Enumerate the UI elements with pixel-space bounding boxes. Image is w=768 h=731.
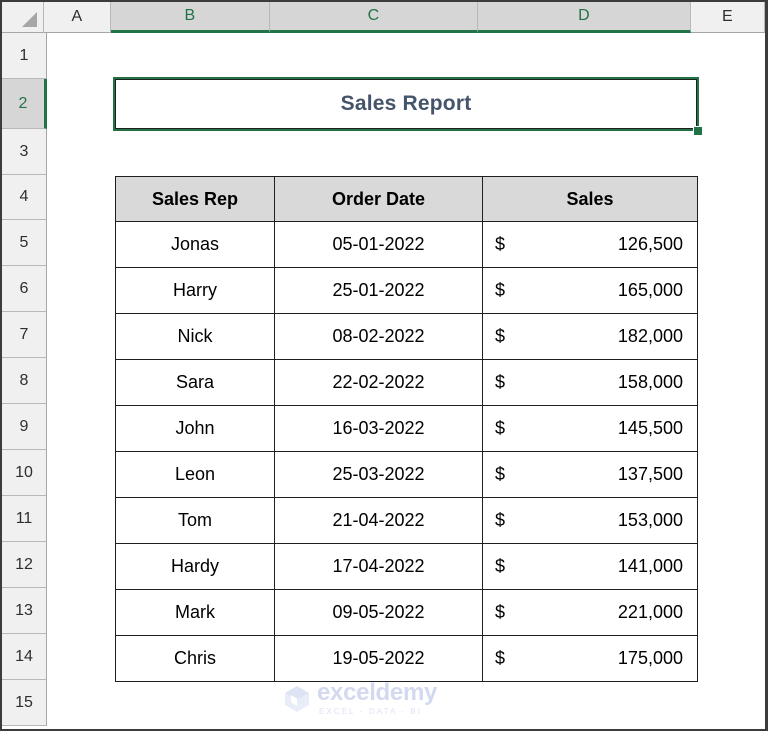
amount-value: 126,500: [617, 234, 683, 254]
cell-sales-rep[interactable]: John: [115, 405, 275, 452]
cell-sales-rep[interactable]: Leon: [115, 451, 275, 498]
row-header-8[interactable]: 8: [2, 358, 47, 404]
cell-order-date[interactable]: 05-01-2022: [274, 221, 483, 268]
cell-sales-rep[interactable]: Tom: [115, 497, 275, 544]
amount-value: 137,500: [617, 464, 683, 484]
amount-value: 221,000: [617, 602, 683, 622]
column-header-e[interactable]: E: [691, 2, 765, 33]
cell-sales-amount[interactable]: $145,500: [482, 405, 698, 452]
row-header-13[interactable]: 13: [2, 588, 47, 634]
currency-symbol: $: [495, 602, 506, 622]
cell-sales-amount[interactable]: $182,000: [482, 313, 698, 360]
table-row: Leon 25-03-2022 $137,500: [115, 451, 698, 498]
currency-symbol: $: [495, 418, 506, 438]
sales-data-table: Sales Rep Order Date Sales Jonas 05-01-20…: [115, 176, 698, 682]
fill-handle[interactable]: [693, 126, 703, 136]
currency-symbol: $: [495, 280, 506, 300]
column-header-sales-rep[interactable]: Sales Rep: [115, 176, 275, 222]
column-header-c[interactable]: C: [270, 2, 478, 33]
table-header-row: Sales Rep Order Date Sales: [115, 176, 698, 222]
excel-worksheet-window: ABCDE 1 2 3 4 5 6 7 8 9 10 11 12 13 14 15 Sales Report…: [0, 0, 768, 731]
currency-symbol: $: [495, 648, 506, 668]
column-header-bar: ABCDE: [2, 2, 765, 33]
currency-symbol: $: [495, 372, 506, 392]
column-header-sales[interactable]: Sales: [482, 176, 698, 222]
cell-order-date[interactable]: 25-01-2022: [274, 267, 483, 314]
cell-sales-amount[interactable]: $153,000: [482, 497, 698, 544]
select-all-button[interactable]: [2, 2, 44, 33]
amount-value: 158,000: [617, 372, 683, 392]
table-row: Harry 25-01-2022 $165,000: [115, 267, 698, 314]
cell-sales-amount[interactable]: $158,000: [482, 359, 698, 406]
cell-order-date[interactable]: 09-05-2022: [274, 589, 483, 636]
cell-B2-merged-title[interactable]: Sales Report: [115, 79, 697, 129]
worksheet-canvas[interactable]: Sales Report Sales Rep Order Date Sales …: [48, 33, 765, 729]
cell-sales-amount[interactable]: $221,000: [482, 589, 698, 636]
row-header-1[interactable]: 1: [2, 33, 47, 79]
cell-sales-amount[interactable]: $126,500: [482, 221, 698, 268]
amount-value: 175,000: [617, 648, 683, 668]
table-row: Chris 19-05-2022 $175,000: [115, 635, 698, 682]
currency-symbol: $: [495, 234, 506, 254]
cell-sales-rep[interactable]: Harry: [115, 267, 275, 314]
amount-value: 182,000: [617, 326, 683, 346]
column-header-d[interactable]: D: [478, 2, 691, 33]
column-header-a[interactable]: A: [44, 2, 111, 33]
amount-value: 141,000: [617, 556, 683, 576]
exceldemy-cube-logo-icon: [285, 685, 309, 712]
watermark-brand-name: exceldemy: [317, 679, 438, 706]
select-all-triangle-icon: [22, 12, 37, 27]
row-header-9[interactable]: 9: [2, 404, 47, 450]
cell-sales-amount[interactable]: $165,000: [482, 267, 698, 314]
sales-report-title: Sales Report: [340, 92, 472, 115]
cell-order-date[interactable]: 22-02-2022: [274, 359, 483, 406]
cell-order-date[interactable]: 16-03-2022: [274, 405, 483, 452]
amount-value: 165,000: [617, 280, 683, 300]
amount-value: 145,500: [617, 418, 683, 438]
watermark-tagline: EXCEL - DATA - BI: [319, 707, 423, 716]
column-header-order-date[interactable]: Order Date: [274, 176, 483, 222]
row-header-5[interactable]: 5: [2, 220, 47, 266]
cell-sales-rep[interactable]: Mark: [115, 589, 275, 636]
currency-symbol: $: [495, 556, 506, 576]
cell-order-date[interactable]: 25-03-2022: [274, 451, 483, 498]
table-row: Mark 09-05-2022 $221,000: [115, 589, 698, 636]
row-header-10[interactable]: 10: [2, 450, 47, 496]
cell-order-date[interactable]: 21-04-2022: [274, 497, 483, 544]
cell-order-date[interactable]: 08-02-2022: [274, 313, 483, 360]
cell-sales-rep[interactable]: Chris: [115, 635, 275, 682]
table-row: Nick 08-02-2022 $182,000: [115, 313, 698, 360]
cell-sales-rep[interactable]: Jonas: [115, 221, 275, 268]
row-header-14[interactable]: 14: [2, 634, 47, 680]
cell-sales-amount[interactable]: $175,000: [482, 635, 698, 682]
currency-symbol: $: [495, 510, 506, 530]
table-row: Tom 21-04-2022 $153,000: [115, 497, 698, 544]
column-header-b[interactable]: B: [111, 2, 270, 33]
amount-value: 153,000: [617, 510, 683, 530]
row-header-15[interactable]: 15: [2, 680, 47, 726]
currency-symbol: $: [495, 326, 506, 346]
exceldemy-watermark: exceldemy EXCEL - DATA - BI: [284, 681, 437, 716]
row-header-2[interactable]: 2: [2, 79, 47, 129]
table-row: John 16-03-2022 $145,500: [115, 405, 698, 452]
cell-sales-amount[interactable]: $141,000: [482, 543, 698, 590]
row-header-11[interactable]: 11: [2, 496, 47, 542]
cell-sales-rep[interactable]: Nick: [115, 313, 275, 360]
table-row: Jonas 05-01-2022 $126,500: [115, 221, 698, 268]
cell-sales-rep[interactable]: Sara: [115, 359, 275, 406]
cell-order-date[interactable]: 17-04-2022: [274, 543, 483, 590]
cell-order-date[interactable]: 19-05-2022: [274, 635, 483, 682]
table-row: Hardy 17-04-2022 $141,000: [115, 543, 698, 590]
row-header-7[interactable]: 7: [2, 312, 47, 358]
row-header-bar: 1 2 3 4 5 6 7 8 9 10 11 12 13 14 15: [2, 33, 47, 726]
row-header-6[interactable]: 6: [2, 266, 47, 312]
row-header-3[interactable]: 3: [2, 129, 47, 175]
cell-sales-amount[interactable]: $137,500: [482, 451, 698, 498]
table-row: Sara 22-02-2022 $158,000: [115, 359, 698, 406]
cell-sales-rep[interactable]: Hardy: [115, 543, 275, 590]
row-header-4[interactable]: 4: [2, 175, 47, 220]
currency-symbol: $: [495, 464, 506, 484]
row-header-12[interactable]: 12: [2, 542, 47, 588]
